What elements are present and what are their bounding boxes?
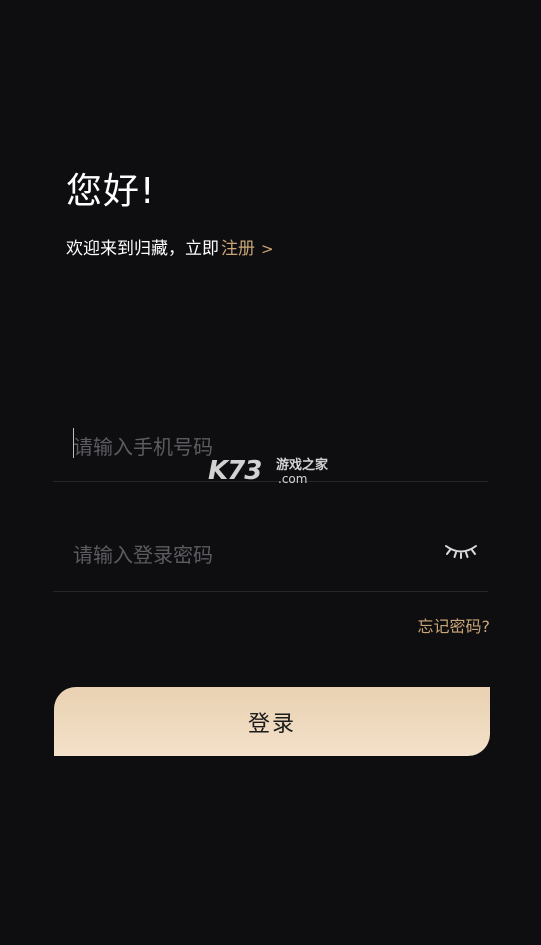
register-link[interactable]: 注册	[221, 239, 255, 259]
text-cursor	[73, 428, 74, 458]
password-field	[53, 518, 488, 592]
greeting-title: 您好!	[66, 171, 156, 212]
phone-input[interactable]	[73, 412, 413, 481]
welcome-row: 欢迎来到归藏，立即 注册 >	[66, 236, 274, 262]
login-button[interactable]: 登录	[54, 687, 490, 756]
phone-field	[53, 412, 488, 482]
chevron-right-icon[interactable]: >	[261, 240, 274, 258]
forgot-password-link[interactable]: 忘记密码?	[418, 615, 491, 639]
eye-closed-icon[interactable]	[442, 540, 480, 562]
password-input[interactable]	[73, 518, 413, 591]
welcome-text: 欢迎来到归藏，立即	[66, 239, 219, 259]
